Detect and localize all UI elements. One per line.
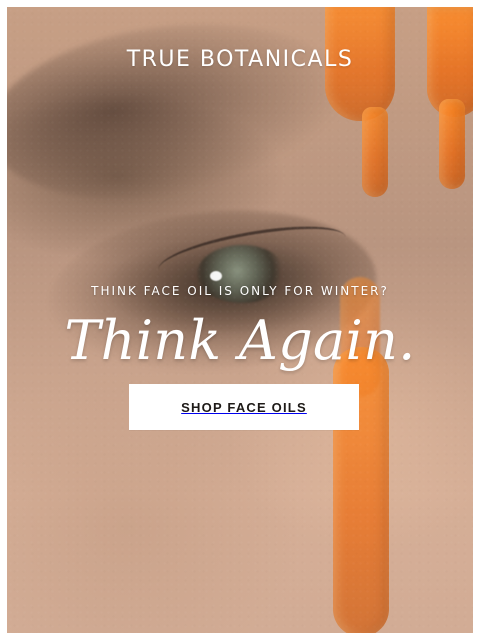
hero-headline: Think Again. xyxy=(64,309,416,372)
hero-kicker-text: THINK FACE OIL IS ONLY FOR WINTER? xyxy=(91,284,389,298)
eye-catchlight xyxy=(210,271,222,281)
oil-drop-top-left xyxy=(362,107,388,197)
brand-wordmark: TRUE BOTANICALS xyxy=(126,47,354,72)
shop-face-oils-button[interactable]: SHOP FACE OILS xyxy=(129,384,359,430)
cta-label: SHOP FACE OILS xyxy=(181,399,307,415)
oil-drop-top-right xyxy=(439,99,465,189)
eyebrow-texture xyxy=(7,7,358,222)
hero-image-banner: TRUE BOTANICALS THINK FACE OIL IS ONLY F… xyxy=(7,7,473,633)
